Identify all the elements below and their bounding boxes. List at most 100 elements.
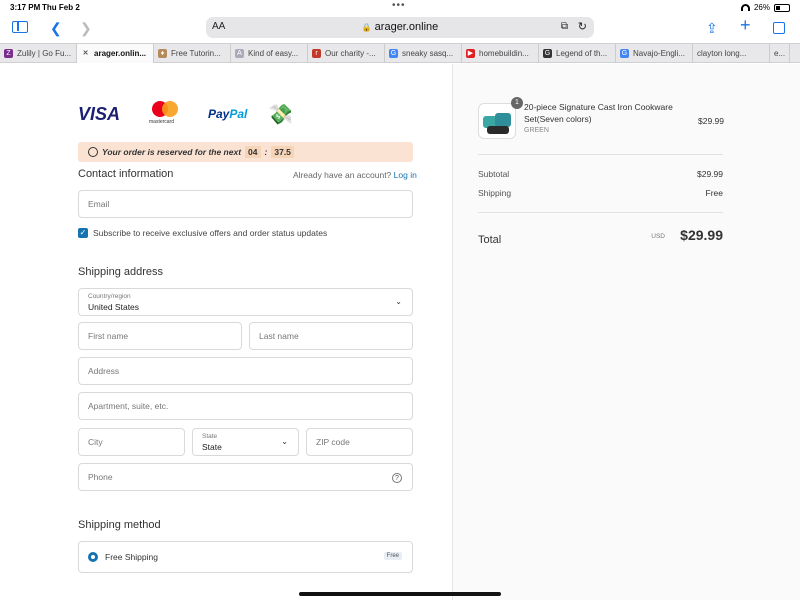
status-time: 3:17 PM [10, 3, 41, 12]
contact-heading: Contact information [78, 168, 174, 180]
total-row: Total USD $29.99 [478, 227, 723, 248]
extension-icon[interactable]: ⧉ [561, 21, 568, 32]
login-link[interactable]: Log in [394, 170, 417, 180]
tab-label: clayton long... [697, 49, 747, 58]
subscribe-label: Subscribe to receive exclusive offers an… [93, 228, 328, 238]
shipping-address-heading: Shipping address [78, 266, 164, 278]
tab-label: Legend of th... [556, 49, 608, 58]
subtotal-label: Subtotal [478, 169, 510, 179]
sidebar-toggle-icon[interactable] [12, 21, 28, 33]
zip-field[interactable]: ZIP code [306, 428, 413, 456]
tab-label: sneaky sasq... [402, 49, 454, 58]
legend-icon: G [543, 49, 552, 58]
browser-tab[interactable]: e... [770, 44, 790, 63]
subtotal-value: $29.99 [697, 169, 723, 179]
tab-label: Kind of easy... [248, 49, 299, 58]
browser-tab[interactable]: ♦ Free Tutorin... [154, 44, 231, 63]
shipping-price-badge: Free [383, 552, 402, 560]
product-variant: GREEN [524, 127, 549, 134]
quantity-badge: 1 [511, 97, 523, 109]
charity-icon: r [312, 49, 321, 58]
home-indicator[interactable] [299, 592, 501, 596]
lock-icon: 🔒 [361, 23, 372, 32]
browser-tab[interactable]: G Legend of th... [539, 44, 616, 63]
chevron-down-icon: ⌄ [395, 297, 402, 306]
tab-overview-icon[interactable] [773, 22, 785, 34]
total-value: $29.99 [680, 227, 723, 243]
chevron-down-icon: ⌄ [281, 437, 288, 446]
timer-separator: : [264, 147, 268, 157]
email-field[interactable]: Email [78, 190, 413, 218]
subscribe-checkbox[interactable]: ✓ [78, 228, 88, 238]
checkout-form: VISA mastercard PayPal 💸 Your order is r… [0, 64, 452, 600]
shipping-value: Free [705, 188, 723, 198]
account-prompt: Already have an account? Log in [293, 170, 417, 180]
cash-on-delivery-icon: 💸 [268, 103, 293, 126]
total-currency: USD [651, 233, 665, 240]
browser-tab[interactable]: G Navajo-Engli... [616, 44, 693, 63]
wifi-icon [740, 4, 750, 11]
close-icon[interactable]: ✕ [81, 49, 90, 58]
state-label: State [202, 433, 218, 440]
shipping-label: Shipping [478, 188, 512, 198]
browser-tab[interactable]: A Kind of easy... [231, 44, 308, 63]
product-thumbnail [478, 103, 516, 139]
phone-field[interactable]: Phone ? [78, 463, 413, 491]
country-select[interactable]: Country/region United States ⌄ [78, 288, 413, 316]
shipping-row: Shipping Free [478, 188, 723, 198]
summary-divider [478, 154, 723, 155]
browser-tab[interactable]: Gsneaky sasq... [385, 44, 462, 63]
new-tab-icon[interactable]: + [740, 16, 751, 34]
forward-arrow-icon[interactable]: ❯ [80, 19, 92, 37]
first-name-field[interactable]: First name [78, 322, 242, 350]
reservation-text: Your order is reserved for the next [102, 147, 242, 157]
city-field[interactable]: City [78, 428, 185, 456]
tab-label: Free Tutorin... [171, 49, 221, 58]
state-value: State [202, 442, 222, 452]
share-icon[interactable]: ⇪ [706, 19, 718, 37]
timer-seconds: 37.5 [271, 146, 294, 158]
browser-toolbar: ❮ ❯ AA 🔒 arager.online ⧉ ↻ ⇪ + [0, 14, 800, 42]
browser-tab[interactable]: r Our charity -... [308, 44, 385, 63]
tab-label: homebuildin... [479, 49, 529, 58]
status-bar: 3:17 PM Thu Feb 2 ••• 26% [0, 0, 800, 14]
reload-icon[interactable]: ↻ [578, 20, 587, 33]
state-select[interactable]: State State ⌄ [192, 428, 299, 456]
battery-percent: 26% [753, 3, 770, 12]
browser-tab[interactable]: Z Zulily | Go Fu... [0, 44, 77, 63]
youtube-icon: ▶ [466, 49, 475, 58]
tab-label: Zulily | Go Fu... [17, 49, 72, 58]
browser-tab[interactable]: clayton long... [693, 44, 770, 63]
google-icon: G [620, 49, 629, 58]
payment-logos: VISA mastercard PayPal 💸 [78, 100, 293, 128]
tab-label: Our charity -... [325, 49, 376, 58]
browser-tab[interactable]: ▶ homebuildin... [462, 44, 539, 63]
tab-label: e... [774, 49, 786, 58]
order-summary: 1 20-piece Signature Cast Iron Cookware … [452, 64, 800, 600]
tab-strip: Z Zulily | Go Fu... ✕ arager.onlin... ♦ Free … [0, 43, 800, 63]
shipping-method-heading: Shipping method [78, 519, 161, 531]
subscribe-option[interactable]: ✓ Subscribe to receive exclusive offers … [78, 228, 327, 238]
product-name: 20-piece Signature Cast Iron Cookware Se… [524, 102, 673, 124]
visa-logo: VISA [78, 103, 121, 124]
subtotal-row: Subtotal $29.99 [478, 169, 723, 179]
back-arrow-icon[interactable]: ❮ [50, 19, 62, 37]
help-icon[interactable]: ? [392, 473, 402, 483]
tab-label: Navajo-Engli... [633, 49, 686, 58]
timer-icon [88, 147, 98, 157]
shipping-radio[interactable] [88, 552, 98, 562]
address-bar[interactable]: AA 🔒 arager.online ⧉ ↻ [206, 17, 594, 38]
multitasking-dots-icon[interactable]: ••• [392, 0, 406, 11]
last-name-field[interactable]: Last name [249, 322, 413, 350]
mastercard-logo: mastercard [144, 101, 208, 127]
apartment-field[interactable]: Apartment, suite, etc. [78, 392, 413, 420]
shipping-method-option[interactable]: Free Shipping Free [78, 541, 413, 573]
total-label: Total [478, 234, 502, 246]
status-date: Thu Feb 2 [42, 3, 80, 12]
paypal-logo: PayPal [208, 107, 248, 121]
google-icon: G [389, 49, 398, 58]
browser-tab[interactable]: ✕ arager.onlin... [77, 44, 154, 63]
summary-divider [478, 212, 723, 213]
address-field[interactable]: Address [78, 357, 413, 385]
shipping-method-label: Free Shipping [105, 552, 158, 562]
